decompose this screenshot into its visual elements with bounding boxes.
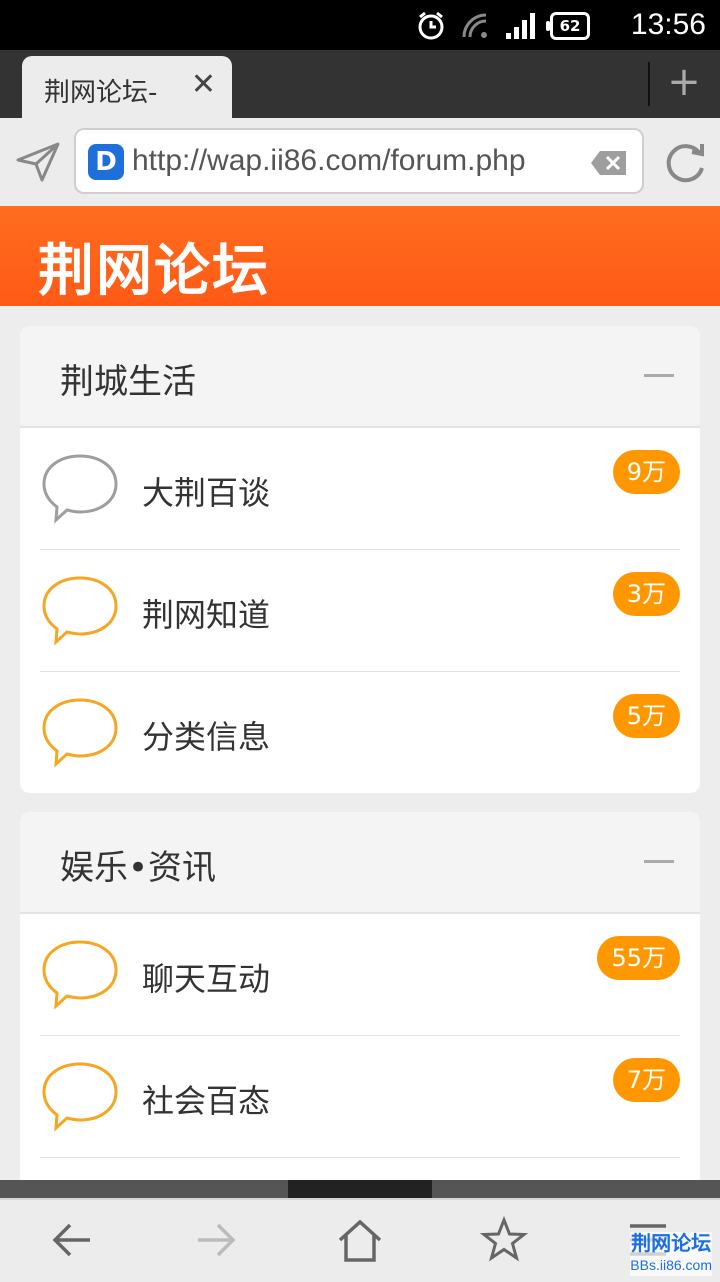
watermark: 荆网论坛 BBs.ii86.com bbox=[630, 1232, 712, 1276]
post-count-badge: 55万 bbox=[597, 936, 680, 986]
collapse-icon[interactable] bbox=[644, 374, 674, 377]
post-count-badge: 3万 bbox=[612, 572, 682, 622]
status-icons: 62 bbox=[416, 10, 590, 42]
forum-name: 分类信息 bbox=[142, 718, 271, 756]
section-header[interactable]: 荆城生活 bbox=[20, 326, 700, 428]
forum-name: 聊天互动 bbox=[142, 960, 271, 998]
section-title: 荆城生活 bbox=[60, 362, 196, 402]
chat-bubble-icon bbox=[42, 576, 118, 646]
bookmark-star-icon[interactable] bbox=[480, 1216, 528, 1264]
back-icon[interactable] bbox=[48, 1216, 96, 1264]
status-time: 13:56 bbox=[630, 8, 706, 41]
tab-title: 荆网论坛- bbox=[44, 78, 158, 108]
tab-strip: 荆网论坛- ✕ + bbox=[0, 50, 720, 120]
wifi-icon bbox=[462, 13, 487, 38]
watermark-url: BBs.ii86.com bbox=[630, 1257, 712, 1273]
bottom-toolbar: 荆网论坛 BBs.ii86.com bbox=[0, 1198, 720, 1282]
forum-row[interactable]: 社会百态 7万 bbox=[40, 1036, 682, 1158]
url-text[interactable]: http://wap.ii86.com/forum.php bbox=[132, 144, 580, 178]
address-bar-row: D http://wap.ii86.com/forum.php bbox=[0, 118, 720, 206]
url-input[interactable]: D http://wap.ii86.com/forum.php bbox=[74, 128, 644, 194]
clear-url-icon[interactable] bbox=[590, 150, 628, 176]
tab-divider bbox=[648, 62, 650, 106]
forum-section-jingcheng: 荆城生活 大荆百谈 9万 荆网知道 3万 分类信息 5万 bbox=[20, 326, 700, 793]
forum-row[interactable]: 荆网知道 3万 bbox=[40, 550, 682, 672]
site-banner: 荆网论坛 bbox=[0, 206, 720, 306]
new-tab-button[interactable]: + bbox=[664, 60, 704, 104]
post-count-badge: 9万 bbox=[612, 450, 682, 500]
reload-icon[interactable] bbox=[662, 140, 708, 186]
collapse-icon[interactable] bbox=[644, 860, 674, 863]
section-header[interactable]: 娱乐•资讯 bbox=[20, 812, 700, 914]
forum-name: 大荆百谈 bbox=[142, 474, 271, 512]
forum-section-entertainment: 娱乐•资讯 聊天互动 55万 社会百态 7万 bbox=[20, 812, 700, 1180]
browser-tab[interactable]: 荆网论坛- ✕ bbox=[22, 56, 232, 120]
status-bar: 62 13:56 bbox=[0, 0, 720, 50]
home-icon[interactable] bbox=[336, 1216, 384, 1264]
chat-bubble-icon bbox=[42, 698, 118, 768]
forum-name: 荆网知道 bbox=[142, 596, 271, 634]
close-tab-icon[interactable]: ✕ bbox=[191, 70, 216, 100]
site-favicon-icon: D bbox=[88, 144, 124, 180]
scroll-thumb bbox=[288, 1180, 432, 1198]
signal-icon bbox=[506, 13, 535, 39]
chat-bubble-icon bbox=[42, 1062, 118, 1132]
page-scroll-indicator bbox=[0, 1180, 720, 1198]
battery-icon: 62 bbox=[546, 12, 590, 40]
send-icon[interactable] bbox=[14, 140, 62, 184]
forum-name: 社会百态 bbox=[142, 1082, 271, 1120]
post-count-badge: 7万 bbox=[612, 1058, 682, 1108]
chat-bubble-icon bbox=[42, 454, 118, 524]
forward-icon[interactable] bbox=[192, 1216, 240, 1264]
forum-row[interactable]: 大荆百谈 9万 bbox=[40, 428, 682, 550]
section-title: 娱乐•资讯 bbox=[60, 848, 217, 888]
post-count-badge: 5万 bbox=[612, 694, 682, 744]
forum-row[interactable]: 聊天互动 55万 bbox=[40, 914, 680, 1036]
site-logo[interactable]: 荆网论坛 bbox=[38, 226, 270, 307]
watermark-title: 荆网论坛 bbox=[631, 1231, 712, 1255]
chat-bubble-icon bbox=[42, 940, 118, 1010]
forum-row[interactable]: 分类信息 5万 bbox=[40, 672, 682, 793]
alarm-icon bbox=[418, 11, 444, 40]
